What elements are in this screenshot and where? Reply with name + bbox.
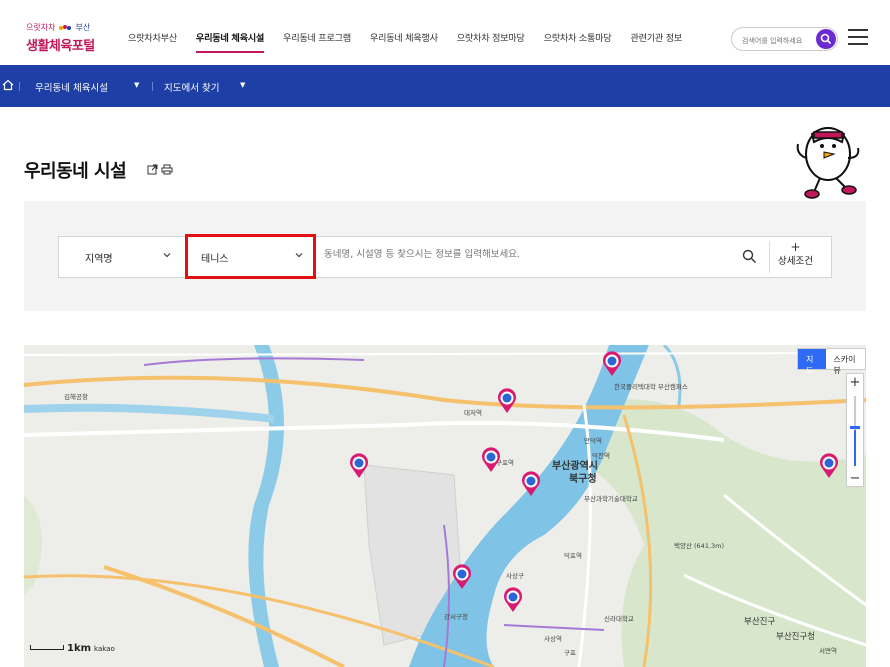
header-search-button[interactable]: [816, 29, 836, 49]
map-view-button[interactable]: 지도: [798, 349, 827, 375]
breadcrumb-item-map[interactable]: 지도에서 찾기: [164, 80, 219, 94]
main-nav: 으랏차차부산 우리동네 체육시설 우리동네 프로그램 우리동네 체육행사 으랏차…: [128, 30, 701, 53]
share-icon[interactable]: [147, 164, 158, 175]
tennis-facility-marker[interactable]: [480, 447, 502, 473]
logo-top-left: 으랏차차: [26, 23, 56, 32]
breadcrumb-divider: [19, 82, 20, 91]
keyword-input[interactable]: [324, 249, 724, 260]
breadcrumb: 우리동네 체육시설 ▼ 지도에서 찾기 ▼: [0, 65, 890, 107]
place-label: 사상구: [506, 572, 524, 580]
nav-item-info[interactable]: 으랏차차 정보마당: [457, 30, 525, 53]
scale-label: 1km: [67, 643, 92, 654]
breadcrumb-divider: [152, 82, 153, 91]
place-label: 부산진구: [744, 617, 776, 627]
chevron-down-icon[interactable]: ▼: [134, 81, 139, 89]
place-label: 김해공항: [64, 393, 88, 401]
place-label: 강서구청: [444, 613, 468, 621]
title-actions: [147, 164, 173, 175]
filter-panel: 지역명 테니스 + 상세조건: [24, 201, 866, 311]
zoom-out-button[interactable]: −: [847, 471, 863, 486]
nav-item-facilities[interactable]: 우리동네 체육시설: [195, 30, 264, 53]
detail-conditions-label: 상세조건: [778, 256, 813, 267]
highlight-box: [185, 234, 316, 279]
breadcrumb-item-facilities[interactable]: 우리동네 체육시설: [35, 80, 108, 94]
zoom-control: + −: [846, 373, 864, 487]
place-label: 대저역: [464, 409, 482, 417]
tennis-facility-marker[interactable]: [496, 388, 518, 414]
zoom-in-button[interactable]: +: [847, 375, 863, 390]
header-search: [731, 27, 838, 52]
site-header: 으랏차차 부산 생활체육포털 으랏차차부산 우리동네 체육시설 우리동네 프로그…: [0, 0, 890, 65]
region-select-value: 지역명: [85, 254, 113, 265]
logo-mascot-icon: [59, 24, 72, 30]
tennis-facility-marker[interactable]: [451, 564, 473, 590]
place-label: 부산진구청: [776, 632, 816, 642]
nav-item-community[interactable]: 으랏차차 소통마당: [544, 30, 612, 53]
zoom-track-fill: [854, 430, 856, 466]
nav-item-about[interactable]: 으랏차차부산: [128, 30, 177, 53]
header-search-input[interactable]: [732, 30, 810, 52]
map-type-toggle: 지도 스카이뷰: [797, 348, 866, 375]
map-provider-logo[interactable]: kakao: [94, 645, 115, 653]
region-select[interactable]: 지역명: [59, 237, 187, 277]
scale-bar: [30, 645, 64, 650]
facility-map[interactable]: 김해공항 대저역 한국폴리텍대학 부산캠퍼스 만덕역 덕천역 부산광역시 북구청…: [24, 345, 866, 667]
place-label: 부산과학기술대학교: [584, 495, 638, 503]
tennis-facility-marker[interactable]: [818, 453, 840, 479]
place-label: 한국폴리텍대학 부산캠퍼스: [614, 383, 688, 391]
filter-row: 지역명 테니스 + 상세조건: [58, 236, 832, 278]
detail-conditions-button[interactable]: + 상세조건: [769, 241, 821, 273]
place-label: 신라대학교: [604, 615, 634, 623]
tennis-facility-marker[interactable]: [520, 471, 542, 497]
place-label: 서면역: [819, 647, 837, 655]
place-label: 덕포역: [564, 552, 582, 560]
page-title: 우리동네 시설: [24, 161, 127, 182]
tennis-facility-marker[interactable]: [601, 351, 623, 377]
zoom-handle[interactable]: [850, 426, 860, 429]
skyview-button[interactable]: 스카이뷰: [826, 349, 865, 375]
place-label: 구포: [564, 649, 576, 657]
search-icon: [820, 33, 832, 45]
logo-top-right: 부산: [75, 23, 91, 32]
logo-top: 으랏차차 부산: [26, 22, 116, 33]
search-icon[interactable]: [742, 249, 757, 264]
place-label: 만덕역: [584, 437, 602, 445]
menu-icon[interactable]: [848, 29, 868, 45]
mascot-illustration: [796, 127, 860, 199]
plus-icon: +: [790, 240, 801, 254]
chevron-down-icon[interactable]: ▼: [240, 81, 245, 89]
nav-item-agencies[interactable]: 관련기관 정보: [630, 30, 682, 53]
logo-main-text: 생활체육포털: [26, 39, 95, 54]
nav-item-events[interactable]: 우리동네 체육행사: [370, 30, 438, 53]
tennis-facility-marker[interactable]: [502, 587, 524, 613]
chevron-down-icon: [163, 253, 171, 258]
site-logo[interactable]: 으랏차차 부산 생활체육포털: [26, 22, 116, 58]
place-label: 사상역: [544, 635, 562, 643]
tennis-facility-marker[interactable]: [348, 453, 370, 479]
print-icon[interactable]: [161, 164, 173, 175]
nav-item-programs[interactable]: 우리동네 프로그램: [283, 30, 351, 53]
place-label: 백양산 (641.3m): [674, 542, 725, 550]
home-icon[interactable]: [2, 79, 14, 91]
place-label: 북구청: [569, 474, 597, 485]
map-scale: 1km kakao: [30, 643, 115, 654]
